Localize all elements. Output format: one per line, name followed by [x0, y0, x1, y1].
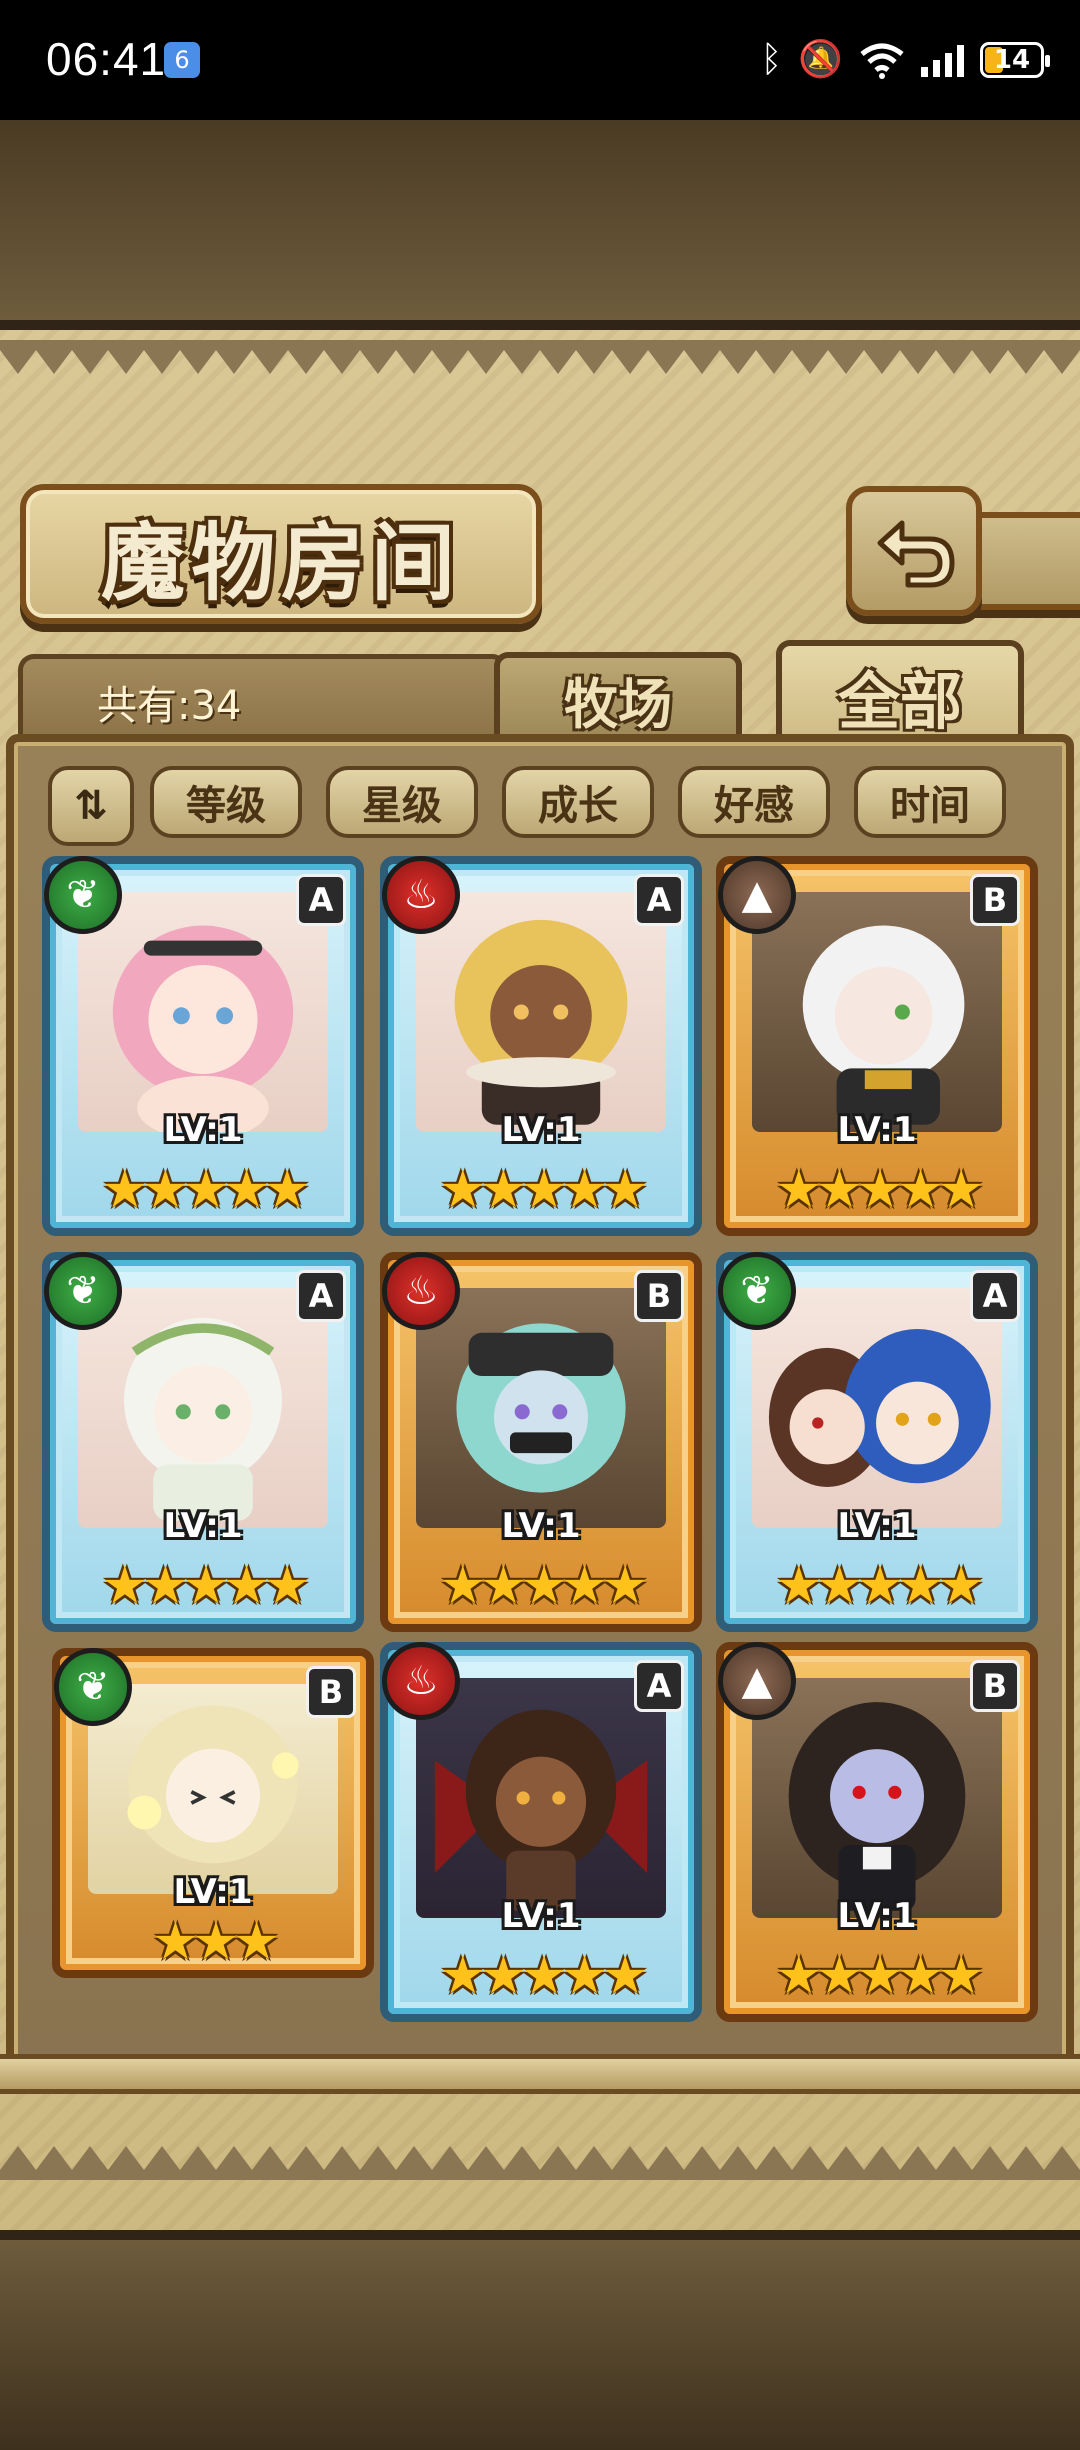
- star-rating: ★★★★★: [439, 1946, 648, 2006]
- tab-all[interactable]: 全部: [776, 640, 1024, 746]
- title-plate: 魔物房间: [20, 484, 542, 624]
- star-rating: ★★★★★: [775, 1556, 984, 1616]
- rank-badge: A: [970, 1270, 1020, 1322]
- monster-portrait: [416, 1678, 666, 1918]
- monster-portrait: [416, 892, 666, 1132]
- back-button[interactable]: [846, 486, 982, 616]
- monster-card[interactable]: ♨ A LV:1 ★★★★★: [380, 1642, 702, 2022]
- sort-button-level[interactable]: 等级: [150, 766, 302, 838]
- mountain-element-icon: ▲: [718, 856, 796, 934]
- monster-card[interactable]: ❦ A LV:1 ★★★★★: [42, 1252, 364, 1632]
- level-label: LV:1: [837, 1506, 917, 1546]
- rank-badge: A: [296, 874, 346, 926]
- rank-badge: B: [634, 1270, 684, 1322]
- sort-button-stars[interactable]: 星级: [326, 766, 478, 838]
- fire-element-icon: ♨: [382, 1252, 460, 1330]
- mute-icon: 🔕: [798, 39, 843, 80]
- page-title: 魔物房间: [100, 513, 461, 612]
- monster-portrait: [752, 892, 1002, 1132]
- rank-badge: A: [634, 1660, 684, 1712]
- monster-portrait: [78, 892, 328, 1132]
- signal-icon: [921, 43, 964, 77]
- fire-element-icon: ♨: [382, 856, 460, 934]
- star-rating: ★★★★★: [439, 1160, 648, 1220]
- status-bar: 06:41 6 ᛒ 🔕 14: [0, 0, 1080, 120]
- back-button-rail: [974, 512, 1080, 610]
- rank-badge: B: [306, 1666, 356, 1718]
- level-label: LV:1: [501, 1896, 581, 1936]
- monster-portrait: [752, 1678, 1002, 1918]
- star-rating: ★★★★★: [101, 1556, 310, 1616]
- sort-button-growth[interactable]: 成长: [502, 766, 654, 838]
- level-label: LV:1: [501, 1506, 581, 1546]
- rank-badge: B: [970, 1660, 1020, 1712]
- monster-card[interactable]: ▲ B LV:1 ★★★★★: [716, 856, 1038, 1236]
- leaf-element-icon: ❦: [44, 1252, 122, 1330]
- level-label: LV:1: [501, 1110, 581, 1150]
- panel-bottom-rail: [0, 2054, 1080, 2094]
- leaf-element-icon: ❦: [44, 856, 122, 934]
- battery-level: 14: [993, 45, 1031, 75]
- monster-portrait: [88, 1684, 338, 1894]
- star-rating: ★★★★★: [775, 1946, 984, 2006]
- monster-card[interactable]: ♨ B LV:1 ★★★★★: [380, 1252, 702, 1632]
- level-label: LV:1: [163, 1506, 243, 1546]
- fire-element-icon: ♨: [382, 1642, 460, 1720]
- sort-button-time[interactable]: 时间: [854, 766, 1006, 838]
- wifi-6-icon: [860, 43, 904, 79]
- mountain-element-icon: ▲: [718, 1642, 796, 1720]
- monster-card[interactable]: ❦ A LV:1 ★★★★★: [716, 1252, 1038, 1632]
- battery-icon: 14: [980, 42, 1050, 78]
- sort-order-icon: ⇅: [74, 783, 108, 829]
- rank-badge: B: [970, 874, 1020, 926]
- sort-button-affection[interactable]: 好感: [678, 766, 830, 838]
- star-rating: ★★★★★: [101, 1160, 310, 1220]
- monster-card[interactable]: ▲ B LV:1 ★★★★★: [716, 1642, 1038, 2022]
- monster-portrait: [78, 1288, 328, 1528]
- monster-portrait: [416, 1288, 666, 1528]
- leaf-element-icon: ❦: [718, 1252, 796, 1330]
- level-label: LV:1: [837, 1896, 917, 1936]
- leaf-element-icon: ❦: [54, 1648, 132, 1726]
- monster-portrait: [752, 1288, 1002, 1528]
- star-rating: ★★★★★: [775, 1160, 984, 1220]
- zigzag-border-bottom: [0, 2146, 1080, 2180]
- level-label: LV:1: [173, 1872, 253, 1912]
- bluetooth-icon: ᛒ: [760, 39, 783, 80]
- monster-count-bar: 共有:34: [18, 654, 508, 743]
- tab-pasture[interactable]: 牧场: [494, 652, 742, 740]
- rank-badge: A: [634, 874, 684, 926]
- notification-app-icon: 6: [164, 42, 200, 78]
- map-band-bottom: [0, 2230, 1080, 2450]
- monster-card[interactable]: ❦ B LV:1 ★★★: [52, 1648, 374, 1978]
- monster-count-label: 共有:34: [97, 683, 242, 729]
- level-label: LV:1: [837, 1110, 917, 1150]
- monster-card[interactable]: ❦ A LV:1 ★★★★★: [42, 856, 364, 1236]
- return-arrow-icon: [877, 520, 955, 588]
- star-rating: ★★★★★: [439, 1556, 648, 1616]
- rank-badge: A: [296, 1270, 346, 1322]
- monster-card[interactable]: ♨ A LV:1 ★★★★★: [380, 856, 702, 1236]
- sort-order-toggle[interactable]: ⇅: [48, 766, 134, 846]
- map-band-top: [0, 120, 1080, 330]
- zigzag-border-top: [0, 340, 1080, 374]
- star-rating: ★★★: [152, 1912, 280, 1972]
- level-label: LV:1: [163, 1110, 243, 1150]
- status-time: 06:41: [46, 33, 167, 85]
